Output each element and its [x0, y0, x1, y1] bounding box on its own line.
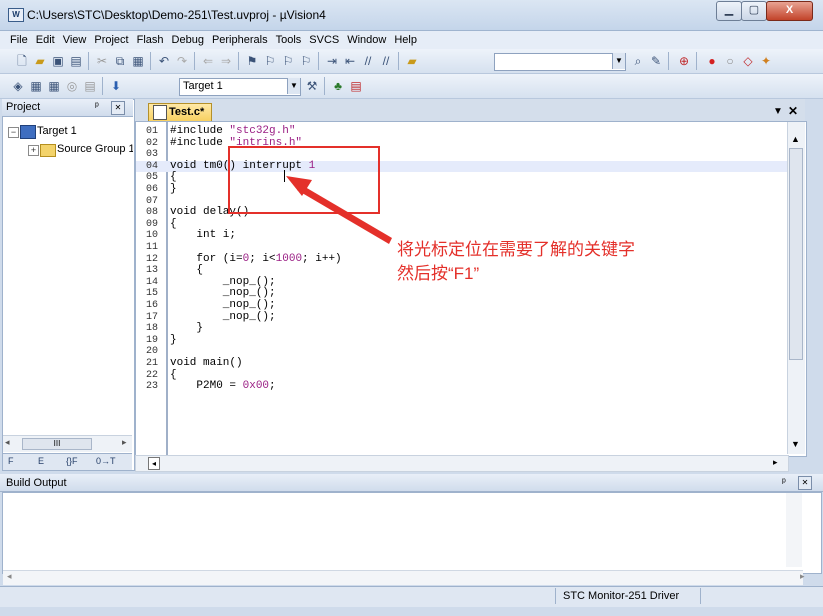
status-driver: STC Monitor-251 Driver — [563, 590, 680, 602]
scroll-right-icon[interactable]: ▸ — [800, 571, 805, 582]
build-output-hscrollbar[interactable] — [3, 570, 803, 585]
arrow-shaft — [297, 184, 392, 244]
build-output-text[interactable] — [2, 492, 822, 574]
status-separator — [700, 588, 701, 604]
build-output-vscrollbar[interactable] — [786, 493, 802, 567]
annotation-line-2: 然后按“F1” — [397, 264, 480, 283]
status-separator — [555, 588, 556, 604]
pin-icon[interactable]: ᵖ — [782, 477, 786, 488]
annotation-line-1: 将光标定位在需要了解的关键字 — [397, 240, 635, 259]
build-output-header — [0, 474, 823, 492]
close-icon[interactable]: ✕ — [798, 476, 812, 490]
annotation-text: 将光标定位在需要了解的关键字 然后按“F1” — [397, 238, 635, 286]
build-output-title: Build Output — [6, 477, 67, 489]
scroll-left-icon[interactable]: ◂ — [7, 571, 12, 582]
